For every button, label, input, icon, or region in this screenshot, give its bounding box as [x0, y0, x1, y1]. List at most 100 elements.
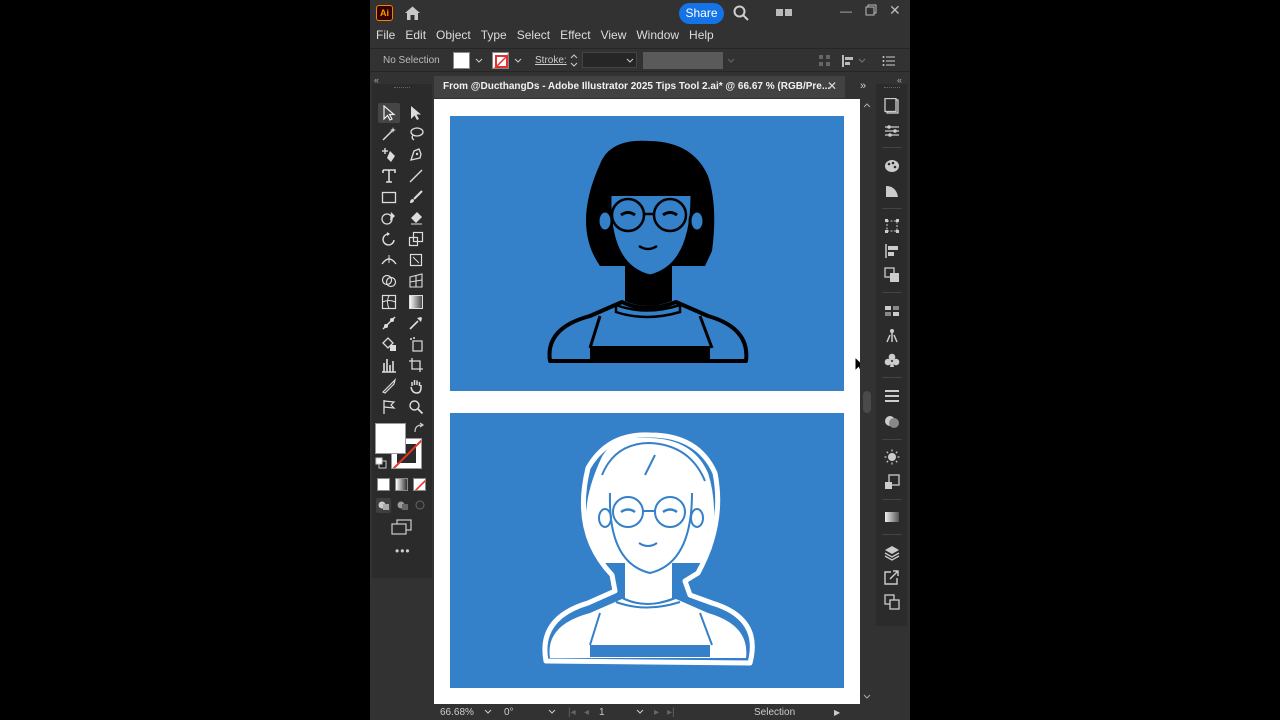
- zoom-dropdown-icon[interactable]: [484, 708, 492, 716]
- eraser-tool[interactable]: [405, 208, 427, 228]
- panel-menu-icon[interactable]: [882, 54, 896, 68]
- gradient-tool[interactable]: [405, 292, 427, 312]
- expand-panels-icon[interactable]: »: [860, 80, 866, 92]
- scroll-up-icon[interactable]: [863, 102, 871, 108]
- draw-inside-icon[interactable]: [413, 498, 428, 513]
- gradient-mode-button[interactable]: [395, 478, 408, 491]
- shaper-tool[interactable]: [378, 208, 400, 228]
- gradient-panel-icon[interactable]: [884, 509, 900, 525]
- artwork-white-portrait[interactable]: [450, 413, 844, 688]
- close-document-icon[interactable]: ✕: [827, 79, 837, 93]
- color-mode-button[interactable]: [377, 478, 390, 491]
- fill-color-swatch-front[interactable]: [375, 423, 406, 454]
- properties-icon[interactable]: [884, 98, 900, 114]
- none-mode-button[interactable]: [413, 478, 426, 491]
- vertical-scrollbar[interactable]: [860, 99, 874, 704]
- direct-selection-tool[interactable]: [405, 103, 427, 123]
- print-tiling-tool[interactable]: [378, 397, 400, 417]
- curvature-tool[interactable]: [378, 145, 400, 165]
- last-artboard-icon[interactable]: ▸|: [667, 707, 675, 718]
- lasso-tool[interactable]: [405, 124, 427, 144]
- layers-icon[interactable]: [884, 545, 900, 561]
- appearance-sun-icon[interactable]: [884, 449, 900, 465]
- next-artboard-icon[interactable]: ▸: [654, 707, 659, 718]
- menu-effect[interactable]: Effect: [560, 28, 590, 42]
- status-menu-arrow-icon[interactable]: ▶: [834, 708, 840, 717]
- scroll-down-icon[interactable]: [863, 694, 871, 700]
- stroke-label[interactable]: Stroke:: [535, 55, 567, 66]
- width-tool[interactable]: [378, 250, 400, 270]
- rotate-tool[interactable]: [378, 229, 400, 249]
- screen-mode-icon[interactable]: [391, 519, 413, 535]
- rectangle-tool[interactable]: [378, 187, 400, 207]
- artboard-canvas[interactable]: [434, 99, 860, 704]
- paintbrush-tool[interactable]: [405, 187, 427, 207]
- perspective-grid-tool[interactable]: [405, 271, 427, 291]
- mesh-tool[interactable]: [378, 292, 400, 312]
- menu-select[interactable]: Select: [517, 28, 550, 42]
- hand-tool[interactable]: [405, 376, 427, 396]
- menu-type[interactable]: Type: [481, 28, 507, 42]
- symbol-sprayer-tool[interactable]: [405, 334, 427, 354]
- draw-behind-icon[interactable]: [395, 498, 410, 513]
- zoom-level[interactable]: 66.68%: [440, 707, 474, 718]
- menu-edit[interactable]: Edit: [405, 28, 426, 42]
- magic-wand-tool[interactable]: [378, 124, 400, 144]
- align-icon[interactable]: [841, 54, 855, 68]
- artwork-black-portrait[interactable]: [450, 116, 844, 391]
- share-button[interactable]: Share: [679, 3, 724, 24]
- toolbar-grip[interactable]: [394, 87, 410, 89]
- menu-view[interactable]: View: [601, 28, 627, 42]
- eyedropper-tool[interactable]: [405, 313, 427, 333]
- color-guide-icon[interactable]: [884, 183, 900, 199]
- menu-help[interactable]: Help: [689, 28, 714, 42]
- stroke-dropdown-icon[interactable]: [513, 56, 523, 66]
- type-tool[interactable]: [378, 166, 400, 186]
- menu-file[interactable]: File: [376, 28, 395, 42]
- first-artboard-icon[interactable]: |◂: [568, 707, 576, 718]
- line-segment-tool[interactable]: [405, 166, 427, 186]
- search-icon[interactable]: [733, 5, 749, 21]
- layers-adjust-icon[interactable]: [884, 123, 900, 139]
- transform-panel-icon[interactable]: [884, 218, 900, 234]
- menu-object[interactable]: Object: [436, 28, 471, 42]
- column-graph-tool[interactable]: [378, 355, 400, 375]
- maximize-icon[interactable]: [865, 4, 877, 16]
- selection-tool[interactable]: [378, 103, 400, 123]
- color-palette-icon[interactable]: [884, 158, 900, 174]
- menu-window[interactable]: Window: [636, 28, 679, 42]
- transparency-icon[interactable]: [884, 414, 900, 430]
- edit-toolbar-icon[interactable]: •••: [395, 544, 411, 558]
- zoom-tool[interactable]: [405, 397, 427, 417]
- default-fill-stroke-icon[interactable]: [375, 457, 387, 469]
- dock-grip[interactable]: [884, 87, 900, 89]
- brushes-icon[interactable]: [884, 328, 900, 344]
- export-icon[interactable]: [884, 569, 900, 585]
- arrange-documents-icon[interactable]: [776, 9, 792, 16]
- free-transform-tool[interactable]: [405, 250, 427, 270]
- fill-swatch[interactable]: [453, 52, 470, 69]
- previous-artboard-icon[interactable]: ◂: [584, 707, 589, 718]
- blend-tool[interactable]: [378, 313, 400, 333]
- swap-fill-stroke-icon[interactable]: [413, 422, 425, 434]
- current-tool-label[interactable]: Selection: [754, 707, 795, 718]
- stroke-panel-icon[interactable]: [884, 388, 900, 404]
- close-icon[interactable]: ✕: [889, 2, 901, 19]
- pen-tool[interactable]: [405, 145, 427, 165]
- scroll-thumb[interactable]: [863, 391, 871, 413]
- symbols-club-icon[interactable]: [884, 352, 900, 368]
- stroke-weight-dropdown-icon[interactable]: [625, 56, 635, 66]
- document-tab[interactable]: From @DucthangDs - Adobe Illustrator 202…: [434, 76, 845, 98]
- graphic-styles-icon[interactable]: [884, 474, 900, 490]
- fill-dropdown-icon[interactable]: [474, 56, 484, 66]
- scale-tool[interactable]: [405, 229, 427, 249]
- align-panel-icon[interactable]: [884, 243, 900, 259]
- swatches-icon[interactable]: [884, 303, 900, 319]
- artboard-dropdown-icon[interactable]: [636, 708, 644, 716]
- stroke-swatch[interactable]: [492, 52, 509, 69]
- artboard-number[interactable]: 1: [599, 707, 605, 718]
- home-icon[interactable]: [404, 5, 421, 21]
- align-dropdown-icon[interactable]: [857, 56, 867, 66]
- draw-normal-button[interactable]: [376, 498, 391, 513]
- artboards-panel-icon[interactable]: [884, 594, 900, 610]
